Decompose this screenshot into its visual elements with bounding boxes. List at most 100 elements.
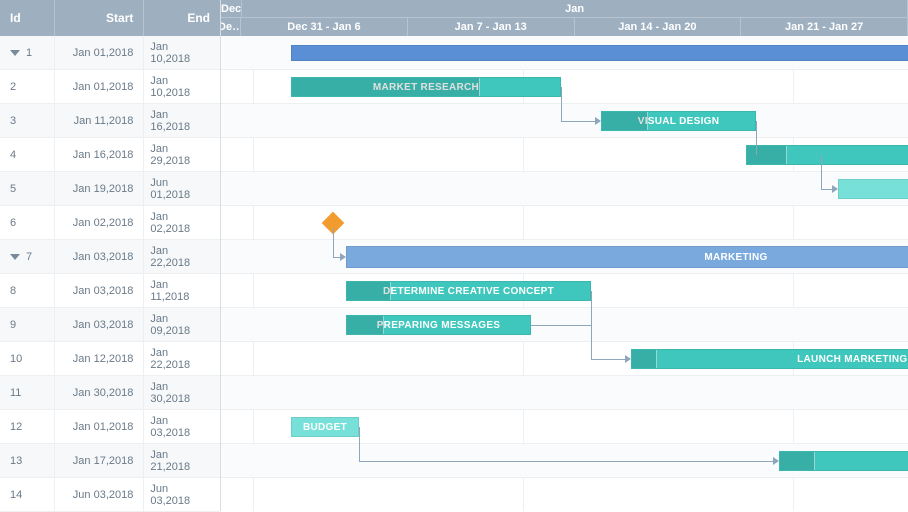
row-id: 6 (10, 217, 16, 229)
table-row[interactable]: 13 Jan 17,2018 Jan 21,2018 (0, 444, 220, 478)
table-row[interactable]: 11 Jan 30,2018 Jan 30,2018 (0, 376, 220, 410)
progress-indicator (292, 78, 480, 96)
task-bar[interactable] (746, 145, 908, 165)
task-bar-launch-marketing[interactable]: LAUNCH MARKETING PROGRAM (631, 349, 908, 369)
task-bar-preparing-messages[interactable]: PREPARING MESSAGES (346, 315, 531, 335)
cell-end: Jan 10,2018 (144, 36, 220, 69)
cell-id: 3 (0, 104, 55, 137)
cell-end: Jun 03,2018 (144, 478, 220, 511)
task-bar-market-research[interactable]: MARKET RESEARCH (291, 77, 561, 97)
row-id: 10 (10, 353, 22, 365)
task-bar-conforming[interactable]: CONFORMING (779, 451, 908, 471)
row-id: 12 (10, 421, 22, 433)
timeline-row[interactable]: DETERMINE CREATIVE CONCEPT (221, 274, 908, 308)
cell-start: Jan 01,2018 (55, 410, 145, 443)
task-bar-budget[interactable]: BUDGET (291, 417, 359, 437)
table-row[interactable]: 5 Jan 19,2018 Jun 01,2018 (0, 172, 220, 206)
cell-start: Jan 16,2018 (55, 138, 145, 171)
timeline-row[interactable] (221, 376, 908, 410)
table-row[interactable]: 4 Jan 16,2018 Jan 29,2018 (0, 138, 220, 172)
col-header-end[interactable]: End (144, 0, 220, 36)
cell-start: Jan 01,2018 (55, 36, 145, 69)
progress-indicator (780, 452, 815, 470)
summary-bar-marketing[interactable]: MARKETING (346, 246, 908, 268)
table-row[interactable]: 3 Jan 11,2018 Jan 16,2018 (0, 104, 220, 138)
caret-down-icon[interactable] (10, 50, 20, 56)
week-cell: Jan 7 - Jan 13 (408, 18, 575, 36)
timeline-body: MARKET RESEARCH VISUAL DESIGN (221, 36, 908, 511)
month-cell: Dec (221, 0, 242, 17)
timeline-row[interactable]: PREPARING MESSAGES (221, 308, 908, 342)
table-row[interactable]: 8 Jan 03,2018 Jan 11,2018 (0, 274, 220, 308)
row-id: 2 (10, 81, 16, 93)
task-bar-visual-design[interactable]: VISUAL DESIGN (601, 111, 756, 131)
cell-end: Jan 22,2018 (144, 342, 220, 375)
cell-end: Jan 16,2018 (144, 104, 220, 137)
progress-indicator (347, 316, 384, 334)
cell-id: 13 (0, 444, 55, 477)
week-cell: Jan 14 - Jan 20 (575, 18, 742, 36)
task-label: VISUAL DESIGN (638, 116, 720, 127)
cell-end: Jan 02,2018 (144, 206, 220, 239)
cell-id: 5 (0, 172, 55, 205)
cell-id: 8 (0, 274, 55, 307)
gantt-timeline[interactable]: Dec Jan De… Dec 31 - Jan 6 Jan 7 - Jan 1… (221, 0, 908, 511)
col-header-start[interactable]: Start (55, 0, 145, 36)
week-cell: Jan 21 - Jan 27 (741, 18, 908, 36)
timeline-row[interactable] (221, 36, 908, 70)
summary-bar[interactable] (291, 45, 908, 61)
progress-indicator (347, 282, 391, 300)
row-id: 5 (10, 183, 16, 195)
timeline-row[interactable] (221, 478, 908, 511)
timeline-row[interactable]: MARKETING (221, 240, 908, 274)
task-bar[interactable] (838, 179, 908, 199)
task-grid: Id Start End 1 Jan 01,2018 Jan 10,2018 2… (0, 0, 221, 511)
cell-id: 10 (0, 342, 55, 375)
timeline-row[interactable] (221, 172, 908, 206)
timeline-month-header: Dec Jan (221, 0, 908, 18)
row-id: 3 (10, 115, 16, 127)
cell-start: Jun 03,2018 (55, 478, 145, 511)
row-id: 7 (26, 251, 32, 263)
caret-down-icon[interactable] (10, 254, 20, 260)
table-row[interactable]: 10 Jan 12,2018 Jan 22,2018 (0, 342, 220, 376)
milestone-diamond-icon[interactable] (322, 212, 345, 235)
week-cell: Dec 31 - Jan 6 (241, 18, 408, 36)
row-id: 9 (10, 319, 16, 331)
cell-end: Jan 29,2018 (144, 138, 220, 171)
timeline-row[interactable]: BUDGET (221, 410, 908, 444)
cell-start: Jan 03,2018 (55, 308, 145, 341)
timeline-row[interactable]: VISUAL DESIGN (221, 104, 908, 138)
cell-start: Jan 11,2018 (55, 104, 145, 137)
cell-id: 2 (0, 70, 55, 103)
timeline-row[interactable] (221, 206, 908, 240)
cell-end: Jan 10,2018 (144, 70, 220, 103)
timeline-row[interactable]: LAUNCH MARKETING PROGRAM (221, 342, 908, 376)
task-label: DETERMINE CREATIVE CONCEPT (383, 286, 554, 297)
table-row[interactable]: 14 Jun 03,2018 Jun 03,2018 (0, 478, 220, 512)
table-row[interactable]: 6 Jan 02,2018 Jan 02,2018 (0, 206, 220, 240)
table-row[interactable]: 1 Jan 01,2018 Jan 10,2018 (0, 36, 220, 70)
task-bar-creative-concept[interactable]: DETERMINE CREATIVE CONCEPT (346, 281, 591, 301)
table-row[interactable]: 2 Jan 01,2018 Jan 10,2018 (0, 70, 220, 104)
cell-start: Jan 03,2018 (55, 240, 145, 273)
cell-id: 14 (0, 478, 55, 511)
cell-start: Jan 19,2018 (55, 172, 145, 205)
table-row[interactable]: 7 Jan 03,2018 Jan 22,2018 (0, 240, 220, 274)
timeline-row[interactable] (221, 138, 908, 172)
cell-id: 1 (0, 36, 55, 69)
cell-end: Jun 01,2018 (144, 172, 220, 205)
cell-id: 4 (0, 138, 55, 171)
cell-end: Jan 30,2018 (144, 376, 220, 409)
table-row[interactable]: 12 Jan 01,2018 Jan 03,2018 (0, 410, 220, 444)
cell-id: 6 (0, 206, 55, 239)
table-row[interactable]: 9 Jan 03,2018 Jan 09,2018 (0, 308, 220, 342)
grid-header-row: Id Start End (0, 0, 220, 36)
row-id: 14 (10, 489, 22, 501)
cell-start: Jan 12,2018 (55, 342, 145, 375)
cell-end: Jan 09,2018 (144, 308, 220, 341)
timeline-week-header: De… Dec 31 - Jan 6 Jan 7 - Jan 13 Jan 14… (221, 18, 908, 36)
col-header-id[interactable]: Id (0, 0, 55, 36)
timeline-row[interactable]: CONFORMING (221, 444, 908, 478)
timeline-row[interactable]: MARKET RESEARCH (221, 70, 908, 104)
